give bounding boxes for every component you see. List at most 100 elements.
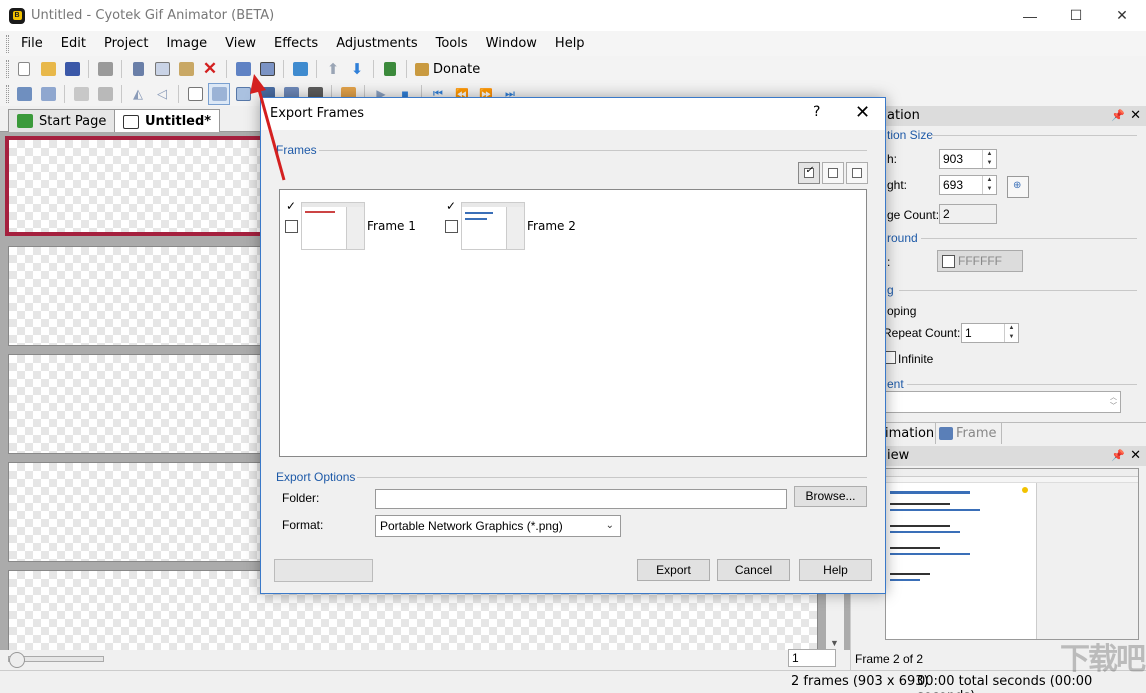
paste-frame-icon[interactable] — [94, 83, 116, 105]
uncheck-all-icon — [828, 168, 838, 178]
export-button[interactable]: Export — [637, 559, 710, 581]
width-spinner-icon[interactable]: ▲▼ — [982, 150, 996, 168]
dialog-close-button[interactable]: ✕ — [855, 102, 870, 123]
frame-2-thumbnail — [461, 202, 525, 250]
pin-icon[interactable]: 📌 — [1111, 446, 1125, 466]
new-icon[interactable] — [13, 58, 35, 80]
donate-icon — [415, 63, 429, 76]
save-icon[interactable] — [61, 58, 83, 80]
menu-help[interactable]: Help — [546, 31, 594, 56]
cut-icon[interactable] — [127, 58, 149, 80]
comment-input[interactable]: ︿﹀ — [885, 391, 1121, 413]
frame-number-spinner[interactable]: 1 — [788, 649, 836, 667]
browse-button[interactable]: Browse... — [794, 486, 867, 507]
width-value: 903 — [943, 152, 963, 166]
menu-effects[interactable]: Effects — [265, 31, 327, 56]
group-divider — [931, 135, 1137, 136]
toolbar-separator — [64, 85, 65, 103]
copy-frame-icon[interactable] — [70, 83, 92, 105]
paste-icon[interactable] — [175, 58, 197, 80]
zoom-slider[interactable] — [8, 656, 104, 662]
checkerboard-icon[interactable] — [208, 83, 230, 105]
toolbar-grip — [6, 60, 9, 78]
tab-frame[interactable]: Frame — [935, 423, 1002, 444]
group-divider — [357, 477, 867, 478]
comment-scroll-icon[interactable]: ︿﹀ — [1110, 393, 1117, 411]
delete-icon[interactable]: ✕ — [199, 58, 221, 80]
width-label: h: — [887, 152, 897, 166]
run-icon[interactable] — [379, 58, 401, 80]
list-item[interactable]: Frame 2 — [445, 202, 576, 250]
tab-start-page[interactable]: Start Page — [8, 109, 115, 132]
toolbar-separator — [88, 60, 89, 78]
height-spinner-icon[interactable]: ▲▼ — [982, 176, 996, 194]
tab-untitled[interactable]: Untitled* — [114, 109, 220, 133]
cancel-button[interactable]: Cancel — [717, 559, 790, 581]
repeat-spinner-icon[interactable]: ▲▼ — [1004, 324, 1018, 342]
window-title: Untitled - Cyotek Gif Animator (BETA) — [31, 8, 274, 23]
resize-icon[interactable] — [13, 83, 35, 105]
close-button[interactable]: ✕ — [1099, 0, 1145, 31]
move-down-icon[interactable]: ⬇ — [346, 58, 368, 80]
invert-selection-icon — [852, 168, 862, 178]
document-edit-icon — [123, 115, 139, 129]
actual-size-icon[interactable] — [184, 83, 206, 105]
looping-label: oping — [887, 304, 916, 318]
preview-panel-title: iew — [887, 448, 909, 463]
folder-input[interactable] — [375, 489, 787, 509]
menu-window[interactable]: Window — [477, 31, 546, 56]
open-folder-icon[interactable] — [37, 58, 59, 80]
menu-adjustments[interactable]: Adjustments — [327, 31, 426, 56]
help-button[interactable]: Help — [799, 559, 872, 581]
folder-label: Folder: — [282, 491, 319, 505]
flip-horizontal-icon[interactable]: ◭ — [127, 83, 149, 105]
frames-list: Frame 1 Frame 2 — [279, 189, 867, 457]
frame-1-checkbox[interactable] — [285, 220, 298, 233]
height-input[interactable]: 693▲▼ — [939, 175, 997, 195]
dialog-help-icon[interactable]: ? — [813, 104, 820, 120]
minimize-button[interactable]: — — [1007, 0, 1053, 31]
frames-bottom-strip — [0, 650, 850, 670]
donate-button[interactable]: Donate — [411, 58, 486, 80]
repeat-count-input[interactable]: 1▲▼ — [961, 323, 1019, 343]
flip-vertical-icon[interactable]: ◁ — [151, 83, 173, 105]
pin-icon[interactable]: 📌 — [1111, 106, 1125, 126]
print-icon[interactable] — [94, 58, 116, 80]
preview-image — [885, 468, 1139, 640]
menu-edit[interactable]: Edit — [52, 31, 95, 56]
tab-start-page-label: Start Page — [39, 114, 106, 129]
panel-close-icon[interactable]: ✕ — [1130, 446, 1141, 466]
lock-aspect-button[interactable]: ⊕ — [1007, 176, 1029, 198]
panel-close-icon[interactable]: ✕ — [1130, 106, 1141, 126]
list-item[interactable]: Frame 1 — [285, 202, 416, 250]
menu-image[interactable]: Image — [157, 31, 216, 56]
format-label: Format: — [282, 518, 323, 532]
select-none-button[interactable] — [822, 162, 844, 184]
copy-icon[interactable] — [151, 58, 173, 80]
animation-panel-header: ation 📌 ✕ — [851, 106, 1146, 126]
menu-tools[interactable]: Tools — [427, 31, 477, 56]
maximize-button[interactable]: ☐ — [1053, 0, 1099, 31]
tab-animation[interactable]: imation — [881, 423, 938, 444]
aspect-ratio-icon: ⊕ — [1013, 180, 1021, 191]
frame-number-value: 1 — [792, 651, 799, 665]
background-color-checkbox[interactable] — [942, 255, 955, 268]
move-up-icon[interactable]: ⬆ — [322, 58, 344, 80]
invert-selection-button[interactable] — [846, 162, 868, 184]
menu-view[interactable]: View — [216, 31, 265, 56]
background-group-label: round — [887, 231, 918, 245]
frame-2-checkbox[interactable] — [445, 220, 458, 233]
width-input[interactable]: 903 ▲▼ — [939, 149, 997, 169]
toolbar-separator — [226, 60, 227, 78]
crop-icon[interactable] — [37, 83, 59, 105]
background-color-picker[interactable]: FFFFFF — [937, 250, 1023, 272]
menu-project[interactable]: Project — [95, 31, 157, 56]
height-label: ght: — [887, 178, 907, 192]
scroll-down-icon[interactable]: ▼ — [830, 638, 839, 648]
menu-bar: File Edit Project Image View Effects Adj… — [0, 31, 1146, 56]
start-page-icon — [17, 114, 33, 128]
app-icon-letter: B — [13, 11, 22, 20]
format-select[interactable]: Portable Network Graphics (*.png) ⌄ — [375, 515, 621, 537]
select-all-button[interactable]: ✓ — [798, 162, 820, 184]
menu-file[interactable]: File — [12, 31, 52, 56]
